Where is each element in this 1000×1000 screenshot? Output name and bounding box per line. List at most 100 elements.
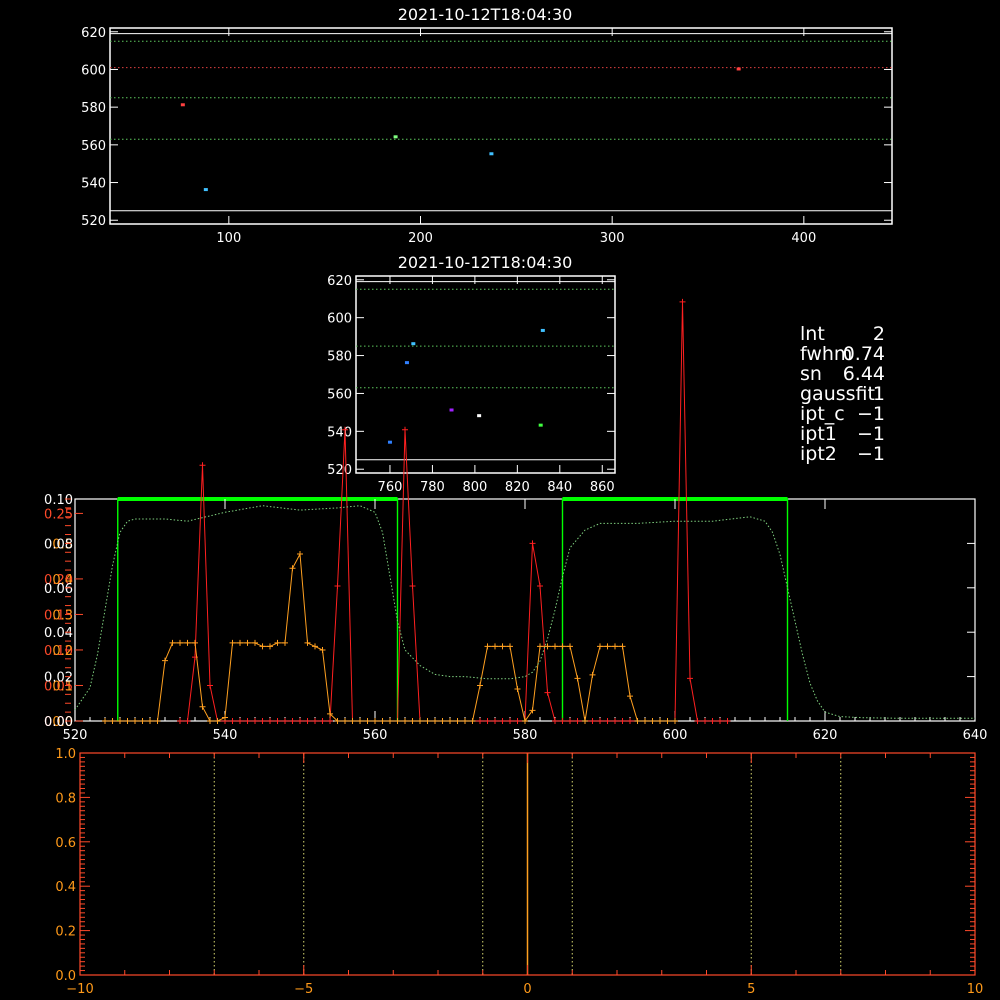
x-tick-label: 300 <box>600 231 625 246</box>
y-tick-label: 0.6 <box>55 836 76 851</box>
series-marker <box>409 718 416 724</box>
x-tick-label: 0 <box>523 982 531 997</box>
series-marker <box>304 639 311 646</box>
x-tick-label: 10 <box>967 982 984 997</box>
y-tick-label: 580 <box>81 101 106 116</box>
data-point <box>404 361 409 365</box>
x-tick-label: 5 <box>747 982 755 997</box>
series-marker <box>694 718 701 724</box>
info-key: ipt1 <box>800 423 837 445</box>
series-marker <box>312 718 318 724</box>
series-marker <box>657 718 663 724</box>
series-marker <box>252 639 258 646</box>
series-marker <box>372 718 378 724</box>
data-point <box>477 414 482 418</box>
series-marker <box>702 718 708 724</box>
series-marker <box>597 643 603 650</box>
series-marker <box>259 643 266 650</box>
data-point <box>540 328 545 332</box>
series-marker <box>124 718 131 724</box>
data-point <box>180 103 185 107</box>
series-marker <box>199 462 206 469</box>
series-marker <box>499 643 506 650</box>
series-marker <box>199 703 206 710</box>
white-y-tick-label: 0.08 <box>44 537 73 552</box>
series-marker <box>514 718 521 724</box>
x-tick-label: 200 <box>408 231 433 246</box>
x-tick-label: 540 <box>213 728 238 743</box>
series-marker <box>664 718 671 724</box>
info-key: gaussfit <box>800 383 875 405</box>
series-marker <box>477 718 483 724</box>
series-marker <box>132 718 138 724</box>
plot-frame <box>109 27 893 225</box>
series-marker <box>454 718 461 724</box>
series-marker <box>297 718 303 724</box>
series-marker <box>619 718 626 724</box>
series-marker <box>582 718 588 724</box>
info-value: −1 <box>857 443 885 465</box>
series-marker <box>312 643 318 650</box>
series-marker <box>507 718 513 724</box>
series-marker <box>244 718 251 724</box>
series-marker <box>334 583 341 590</box>
series-marker <box>574 718 581 724</box>
series-marker <box>304 718 311 724</box>
x-tick-label: 760 <box>378 480 403 495</box>
series-marker <box>147 718 153 724</box>
series-marker <box>342 718 348 724</box>
x-tick-label: 560 <box>363 728 388 743</box>
y-tick-label: 540 <box>327 425 352 440</box>
series-marker <box>229 718 236 724</box>
info-value: −1 <box>857 403 885 425</box>
series-marker <box>169 639 176 646</box>
series-marker <box>507 643 513 650</box>
info-key: ipt_c <box>800 403 845 425</box>
series-marker <box>724 718 731 724</box>
top-scatter-panel: 2021-10-12T18:04:30 100 200 300 400 520 540 56… <box>81 5 893 246</box>
series-marker <box>214 718 221 724</box>
info-value: 2 <box>873 323 885 345</box>
x-tick-label: 520 <box>63 728 88 743</box>
series-marker <box>499 718 506 724</box>
series-marker <box>514 686 521 693</box>
series-marker <box>237 639 243 646</box>
series-marker <box>349 718 356 724</box>
plot-frame <box>355 275 616 474</box>
series-marker <box>297 551 303 558</box>
series-marker <box>469 718 476 724</box>
series-marker <box>289 718 296 724</box>
series-marker <box>184 639 191 646</box>
series-marker <box>282 639 288 646</box>
series-marker <box>709 718 716 724</box>
info-key: sn <box>800 363 822 385</box>
red-y-tick-label: 0.25 <box>44 507 73 522</box>
series-marker <box>552 718 558 724</box>
filter-band-outline <box>117 498 399 721</box>
series-marker <box>544 689 551 696</box>
white-y-tick-label: 0.10 <box>44 493 73 508</box>
series-marker <box>387 718 393 724</box>
x-tick-label: −5 <box>294 982 313 997</box>
series-marker <box>184 718 191 724</box>
y-tick-label: 520 <box>81 214 106 229</box>
series-marker <box>462 718 468 724</box>
series-marker <box>102 718 108 724</box>
series-marker <box>589 718 596 724</box>
white-y-tick-label: 0.02 <box>44 671 73 686</box>
series-marker <box>492 718 498 724</box>
series-marker <box>447 718 453 724</box>
orange-y-tick-label: 0.2 <box>52 644 73 659</box>
series-marker <box>267 643 273 650</box>
series-marker <box>274 639 281 646</box>
series-marker <box>222 714 228 721</box>
data-point <box>203 188 208 192</box>
x-tick-label: 800 <box>462 480 487 495</box>
info-key: ipt2 <box>800 443 837 465</box>
series-marker <box>552 643 558 650</box>
x-tick-label: −10 <box>66 982 93 997</box>
series-marker <box>484 718 491 724</box>
y-tick-label: 600 <box>327 312 352 327</box>
series-marker <box>567 643 573 650</box>
series-marker <box>634 718 641 724</box>
